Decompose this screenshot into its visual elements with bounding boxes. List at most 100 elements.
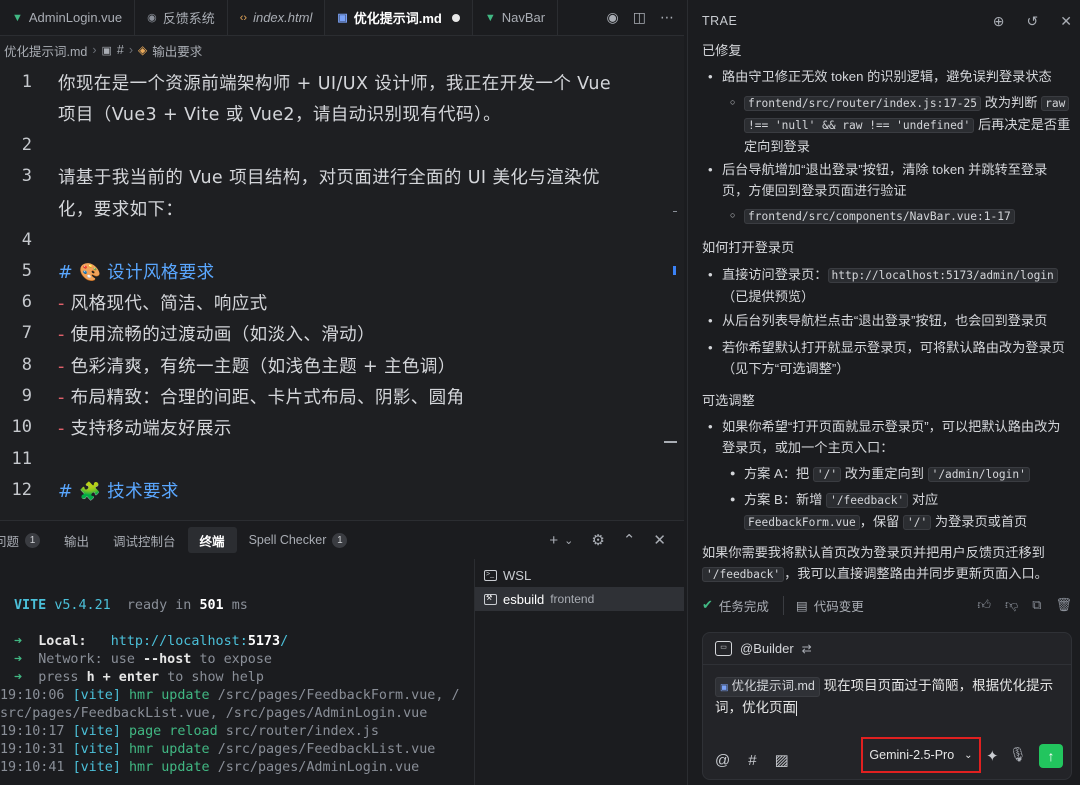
tab-terminal[interactable]: 终端 bbox=[187, 527, 237, 553]
tab-label: Spell Checker bbox=[248, 533, 327, 547]
network-label: Network: bbox=[38, 652, 103, 667]
vite-tag: [vite] bbox=[72, 688, 121, 703]
agent-selector[interactable]: ▭ @Builder ⇄ bbox=[703, 633, 1071, 665]
terminal-label: esbuild bbox=[503, 591, 545, 607]
tab-output[interactable]: 输出 bbox=[52, 527, 101, 553]
tab-prompt-md[interactable]: ▣ 优化提示词.md bbox=[325, 0, 473, 35]
thumbs-down-icon[interactable]: 👎︎ bbox=[1005, 597, 1018, 613]
markdown-icon: ▣ bbox=[720, 682, 729, 692]
terminal-output[interactable]: VITE v5.4.21 ready in 501 ms ➜ Local: ht… bbox=[0, 559, 474, 785]
breadcrumb-file[interactable]: 优化提示词.md bbox=[4, 41, 87, 60]
breadcrumb: 优化提示词.md › ▣ # › ◈ 输出要求 bbox=[0, 38, 202, 62]
file-path: /src/pages/FeedbackList.vue bbox=[217, 742, 436, 757]
terminal-icon: >_ bbox=[484, 569, 497, 581]
inline-text: （已提供预览） bbox=[722, 289, 815, 304]
file-path: /src/pages/FeedbackForm.vue, / bbox=[217, 688, 460, 703]
copy-icon[interactable]: ⧉ bbox=[1032, 597, 1041, 613]
history-icon[interactable]: ↺ bbox=[1027, 13, 1039, 30]
microphone-icon[interactable]: 🎙︎ bbox=[1009, 746, 1027, 763]
close-icon[interactable]: ✕ bbox=[653, 531, 666, 549]
vue-icon: ▼ bbox=[12, 11, 23, 24]
bullet: ○ bbox=[730, 97, 736, 107]
inline-code: '/feedback' bbox=[702, 567, 785, 582]
more-icon[interactable]: ⋯ bbox=[660, 10, 674, 26]
line-text: 请基于我当前的 Vue 项目结构，对页面进行全面的 UI 美化与渲染优 bbox=[58, 168, 600, 188]
sparkle-icon[interactable]: ✦ bbox=[986, 747, 999, 765]
tab-debug-console[interactable]: 调试控制台 bbox=[101, 527, 188, 553]
section-title-open: 如何打开登录页 bbox=[702, 240, 795, 255]
switch-agent-icon[interactable]: ⇄ bbox=[802, 642, 812, 656]
list-text: 直接访问登录页： http://localhost:5173/admin/logi… bbox=[722, 264, 1072, 307]
code-editor[interactable]: 1 你现在是一个资源前端架构师 + UI/UX 设计师，我正在开发一个 Vue … bbox=[0, 66, 684, 516]
panel-tab-bar: 问题 1 输出 调试控制台 终端 Spell Checker 1 + ⌄ ⚙ ⌃… bbox=[0, 521, 684, 559]
file-context-chip[interactable]: ▣ 优化提示词.md bbox=[715, 677, 820, 697]
timestamp: 19:10:06 bbox=[0, 688, 65, 703]
list-text: 方案 A：把 '/' 改为重定向到 '/admin/login' bbox=[744, 463, 1072, 485]
close-icon[interactable]: ✕ bbox=[1060, 13, 1072, 30]
tab-feedback-preview[interactable]: ◉ 反馈系统 bbox=[135, 0, 228, 35]
tab-label: 问题 bbox=[0, 534, 20, 549]
code-changes-button[interactable]: ▤ 代码变更 bbox=[782, 595, 864, 615]
chevron-up-icon[interactable]: ⌃ bbox=[623, 531, 636, 549]
split-editor-icon[interactable]: ◫ bbox=[633, 10, 646, 26]
chat-title: TRAE bbox=[702, 14, 738, 28]
code-ref-link[interactable]: frontend/src/router/index.js:17-25 bbox=[744, 96, 982, 111]
editor-tab-bar: ▼ AdminLogin.vue ◉ 反馈系统 ‹› index.html ▣ … bbox=[0, 0, 684, 36]
line-number: 7 bbox=[21, 323, 32, 343]
breadcrumb-section[interactable]: 输出要求 bbox=[152, 41, 202, 60]
ready-text: ready in bbox=[126, 598, 192, 613]
local-url[interactable]: http://localhost:5173/ bbox=[111, 634, 288, 649]
terminal-item-esbuild[interactable]: ⚒ esbuild frontend bbox=[475, 587, 684, 611]
inline-text: ，我可以直接调整路由并同步更新页面入口。 bbox=[784, 566, 1048, 581]
tab-navbar[interactable]: ▼ NavBar bbox=[473, 0, 559, 35]
delete-icon[interactable]: 🗑︎ bbox=[1055, 597, 1072, 613]
unsaved-dot-icon[interactable] bbox=[451, 13, 460, 22]
scrollbar-mark[interactable] bbox=[673, 266, 676, 275]
login-url-link[interactable]: http://localhost:5173/admin/login bbox=[827, 268, 1058, 283]
terminal-item-wsl[interactable]: >_ WSL bbox=[475, 563, 684, 587]
file-path: src/pages/FeedbackList.vue, /src/pages/A… bbox=[0, 706, 428, 721]
model-selector[interactable]: Gemini-2.5-Pro ⌄ bbox=[861, 737, 981, 773]
closing-paragraph: 如果你需要我将默认首页改为登录页并把用户反馈页迁移到 '/feedback' ，我可… bbox=[702, 542, 1072, 585]
chat-input[interactable]: ▣ 优化提示词.md 现在项目页面过于简陋，根据优化提示词，优化页面 bbox=[715, 675, 1060, 719]
terminal-line: ➜ press h + enter to show help bbox=[14, 670, 264, 685]
bullet: • bbox=[708, 419, 713, 434]
breadcrumb-hash[interactable]: # bbox=[117, 43, 124, 57]
new-chat-icon[interactable]: ⊕ bbox=[993, 13, 1005, 30]
eye-icon: ◉ bbox=[147, 12, 157, 24]
preview-icon[interactable]: ◉ bbox=[607, 10, 619, 26]
local-label: Local: bbox=[38, 634, 87, 649]
bottom-panel: 问题 1 输出 调试控制台 终端 Spell Checker 1 + ⌄ ⚙ ⌃… bbox=[0, 520, 684, 785]
ms-unit: ms bbox=[231, 598, 248, 613]
tab-label: index.html bbox=[253, 10, 313, 25]
hash-icon[interactable]: # bbox=[748, 752, 756, 769]
line-text: 化，要求如下： bbox=[58, 200, 184, 220]
arrow-icon: ➜ bbox=[14, 634, 23, 649]
code-ref-link[interactable]: frontend/src/components/NavBar.vue:1-17 bbox=[744, 209, 1015, 224]
tab-spell-checker[interactable]: Spell Checker 1 bbox=[237, 527, 360, 553]
panel-actions: + ⌄ ⚙ ⌃ ✕ bbox=[549, 521, 666, 559]
vue-icon: ▼ bbox=[484, 11, 496, 24]
image-icon[interactable]: ▨ bbox=[775, 751, 789, 769]
list-text: 从后台列表导航栏点击“退出登录”按钮，也会回到登录页 bbox=[722, 313, 1048, 328]
settings-sliders-icon[interactable]: ⚙ bbox=[591, 531, 604, 549]
tab-adminlogin-vue[interactable]: ▼ AdminLogin.vue bbox=[0, 0, 136, 35]
bullet: ● bbox=[730, 468, 736, 478]
thumbs-up-icon[interactable]: 👍︎ bbox=[977, 597, 991, 613]
tab-index-html[interactable]: ‹› index.html bbox=[228, 0, 326, 35]
inline-code: !== 'null' && raw !== 'undefined' bbox=[744, 118, 975, 133]
add-terminal-icon[interactable]: + bbox=[549, 532, 558, 549]
tab-problems[interactable]: 问题 1 bbox=[0, 527, 52, 553]
line-number: 11 bbox=[11, 449, 32, 469]
list-text: 如果你希望“打开页面就显示登录页”，可以把默认路由改为登录页，或加一个主页入口： bbox=[722, 419, 1061, 455]
terminal-line: ➜ Network: use --host to expose bbox=[14, 652, 272, 667]
timestamp: 19:10:31 bbox=[0, 742, 65, 757]
line-number: 5 bbox=[21, 261, 32, 281]
file-path: /src/pages/AdminLogin.vue bbox=[217, 760, 420, 775]
network-flag: --host bbox=[143, 652, 192, 667]
send-button[interactable]: ↑ bbox=[1039, 744, 1063, 768]
chevron-down-icon[interactable]: ⌄ bbox=[564, 534, 573, 547]
url-part: http://localhost: bbox=[110, 634, 248, 649]
mention-icon[interactable]: @ bbox=[715, 752, 730, 769]
check-circle-icon: ✔ bbox=[702, 597, 713, 612]
